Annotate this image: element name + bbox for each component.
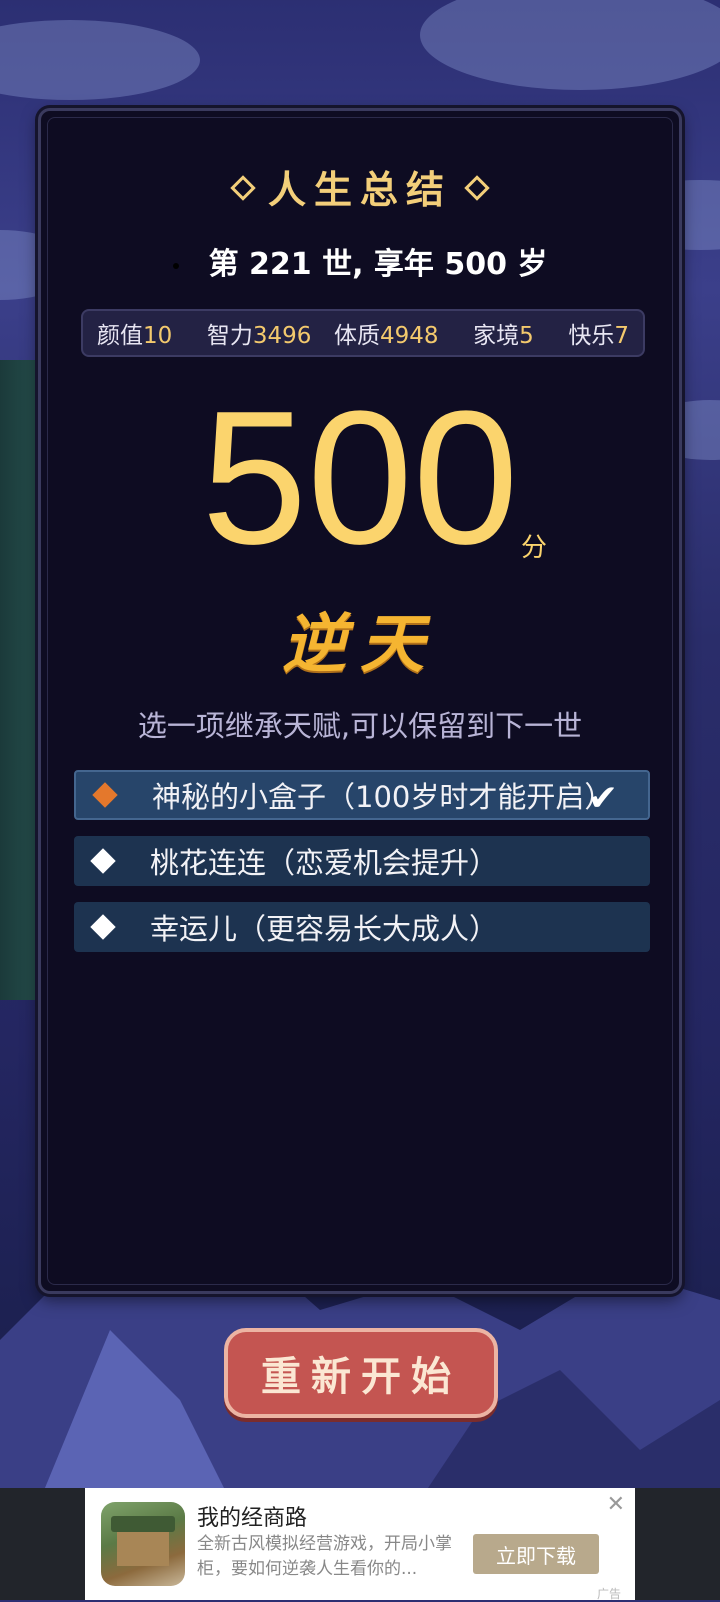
summary-title: 人生总结 [41, 159, 679, 214]
ad-app-icon[interactable] [101, 1502, 185, 1586]
cloud [0, 20, 200, 100]
summary-title-text: 人生总结 [267, 167, 452, 212]
talent-label: 桃花连连（恋爱机会提升） [150, 846, 499, 880]
ad-banner[interactable]: 我的经商路 全新古风模拟经营游戏，开局小掌柜，要如何逆袭人生看你的... 立即下… [85, 1488, 635, 1601]
diamond-bullet-icon [92, 782, 118, 808]
life-info: 第 221 世, 享年 500 岁 [41, 239, 679, 283]
diamond-icon [464, 174, 490, 201]
diamond-bullet-icon [90, 848, 116, 874]
diamond-bullet-icon [90, 914, 116, 940]
restart-button[interactable]: 重新开始 [224, 1328, 498, 1418]
score-unit: 分 [521, 533, 548, 563]
wall-shape [117, 1532, 169, 1566]
ad-title[interactable]: 我的经商路 [197, 1500, 307, 1532]
inherit-prompt: 选一项继承天赋,可以保留到下一世 [137, 709, 583, 743]
panel-border [47, 117, 673, 1285]
stat-constitution: 体质4948 [333, 323, 439, 349]
cloud [420, 0, 720, 90]
talent-label: 神秘的小盒子（100岁时才能开启） [152, 780, 614, 814]
ad-download-button[interactable]: 立即下载 [473, 1534, 599, 1574]
ad-label: 广告 [596, 1587, 621, 1601]
talent-option-romance[interactable]: 桃花连连（恋爱机会提升） [74, 836, 650, 886]
final-score: 500 [201, 372, 519, 584]
talent-label: 幸运儿（更容易长大成人） [150, 912, 499, 946]
stat-family: 家境5 [473, 323, 534, 349]
life-info-text: 第 221 世, 享年 500 岁 [208, 247, 548, 282]
stat-appearance: 颜值10 [97, 323, 173, 349]
checkmark-icon: ✔ [587, 778, 618, 819]
roof-shape [111, 1516, 175, 1532]
stat-intelligence: 智力3496 [206, 323, 312, 349]
diamond-icon [230, 174, 256, 201]
close-icon[interactable]: ✕ [607, 1492, 625, 1517]
talent-option-mystery-box[interactable]: 神秘的小盒子（100岁时才能开启） ✔ [74, 770, 650, 820]
dot-icon [172, 262, 179, 269]
summary-panel: 人生总结 第 221 世, 享年 500 岁 颜值10 智力3496 体质494… [38, 108, 682, 1294]
score-rank: 逆天 [282, 607, 438, 682]
talent-option-lucky[interactable]: 幸运儿（更容易长大成人） [74, 902, 650, 952]
ad-description: 全新古风模拟经营游戏，开局小掌柜，要如何逆袭人生看你的... [197, 1534, 452, 1579]
attribute-bar: 颜值10 智力3496 体质4948 家境5 快乐7 [81, 309, 645, 357]
stat-happiness: 快乐7 [568, 323, 629, 349]
